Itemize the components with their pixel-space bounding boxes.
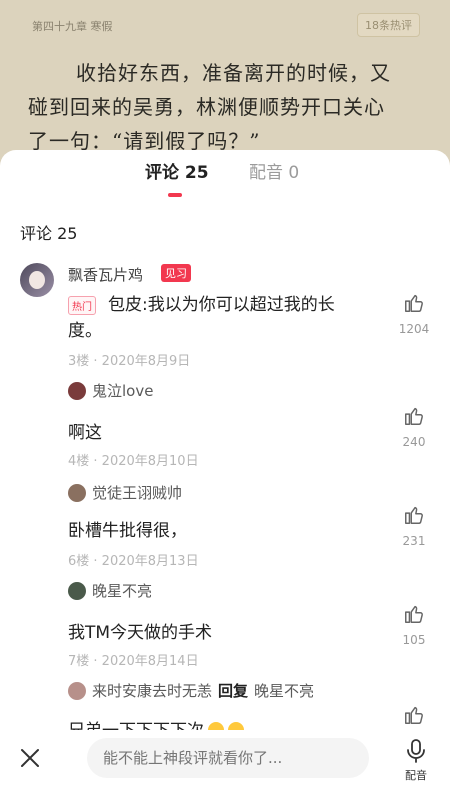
dub-button[interactable]: 配音 (398, 738, 434, 783)
dub-label: 配音 (405, 769, 427, 782)
like-count: 105 (402, 633, 426, 647)
comment-meta: 3楼 · 2020年8月9日 (68, 354, 191, 369)
reader-line: 碰到回来的吴勇，林渊便顺势开口关心 (28, 95, 385, 119)
reader-line: 收拾好东西，准备离开的时候，又 (76, 61, 391, 85)
reply-username: 来时安康去时无恙 (92, 682, 213, 700)
reader-background: 第四十九章 寒假 18条热评 收拾好东西，准备离开的时候，又 碰到回来的吴勇，林… (0, 0, 450, 160)
avatar[interactable] (20, 263, 54, 297)
chapter-title: 第四十九章 寒假 (32, 20, 113, 33)
reply-username: 鬼泣love (92, 382, 154, 400)
avatar (68, 682, 86, 700)
comment-text-line2: 度。 (68, 321, 102, 341)
like-count: 231 (402, 534, 426, 548)
comment-input[interactable] (87, 738, 369, 778)
avatar (68, 382, 86, 400)
comment-author[interactable]: 飘香瓦片鸡 (68, 264, 143, 285)
bottom-bar: 配音 (0, 730, 450, 800)
reply-text: 我TM今天做的手术 (68, 623, 213, 643)
like-button[interactable]: 1204 (394, 292, 434, 336)
comment-text-line1: 包皮:我以为你可以超过我的长 (108, 295, 335, 315)
tab-dubbing[interactable]: 配音 0 (249, 158, 299, 183)
reply-meta: 4楼 · 2020年8月10日 (68, 454, 199, 469)
thumbs-up-icon (405, 407, 423, 425)
comments-sheet: 评论 25 配音 0 评论 25 飘香瓦片鸡 见习 热门 包皮:我以为你可以超过… (0, 150, 450, 800)
reply-username: 觉徒王诩贼帅 (92, 484, 183, 502)
tab-comments[interactable]: 评论 25 (145, 158, 209, 183)
avatar (68, 582, 86, 600)
level-badge: 见习 (161, 264, 191, 282)
reply-user[interactable]: 晚星不亮 (68, 580, 152, 601)
reply-user[interactable]: 鬼泣love (68, 380, 153, 401)
close-icon (21, 749, 39, 767)
reply-username: 晚星不亮 (92, 582, 153, 600)
reply-meta: 6楼 · 2020年8月13日 (68, 554, 199, 569)
reply-text: 卧槽牛批得很， (68, 521, 187, 541)
like-button[interactable]: 105 (394, 603, 434, 647)
close-button[interactable] (18, 746, 42, 770)
tab-indicator (168, 193, 182, 197)
tab-bar: 评论 25 配音 0 (0, 158, 450, 198)
like-button[interactable]: 231 (394, 504, 434, 548)
thumbs-up-icon (405, 506, 423, 524)
section-title: 评论 25 (20, 224, 78, 243)
paragraph-comments-chip[interactable]: 18条热评 (357, 13, 420, 37)
reply-user[interactable]: 来时安康去时无恙 回复 晚星不亮 (68, 680, 314, 701)
reply-text: 啊这 (68, 423, 102, 443)
thumbs-up-icon (405, 706, 423, 724)
like-button[interactable]: 240 (394, 405, 434, 449)
reply-user[interactable]: 觉徒王诩贼帅 (68, 482, 182, 503)
thumbs-up-icon (405, 294, 423, 312)
reply-meta: 7楼 · 2020年8月14日 (68, 654, 199, 669)
reply-label: 回复 (218, 682, 249, 700)
reader-text: 收拾好东西，准备离开的时候，又 碰到回来的吴勇，林渊便顺势开口关心 了一句：“请… (28, 56, 428, 158)
hot-badge: 热门 (68, 296, 96, 315)
thumbs-up-icon (405, 605, 423, 623)
reply-to-user[interactable]: 晚星不亮 (254, 682, 314, 700)
like-count: 240 (402, 435, 426, 449)
microphone-icon (407, 739, 425, 763)
like-count: 1204 (398, 322, 430, 336)
avatar (68, 484, 86, 502)
